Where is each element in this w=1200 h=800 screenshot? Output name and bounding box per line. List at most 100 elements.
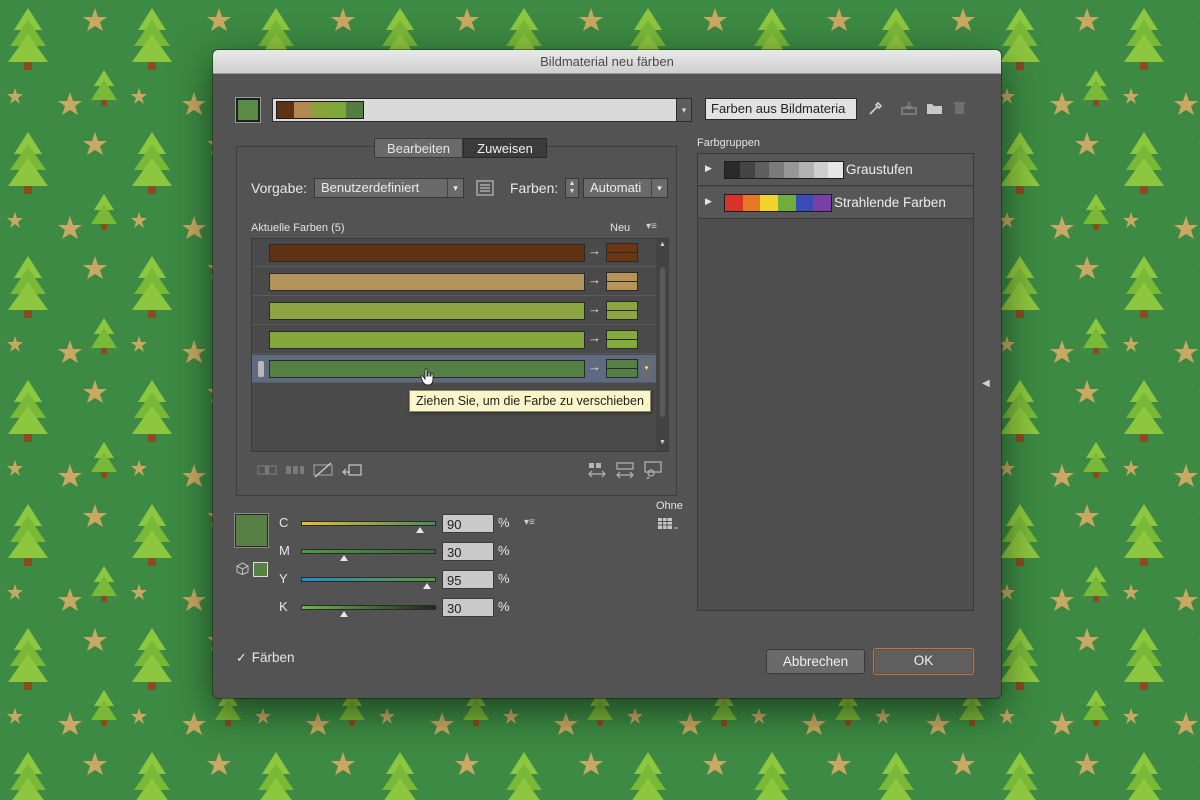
list-scrollbar[interactable]: ▲ ▼: [656, 239, 669, 451]
color-reduction-options-icon[interactable]: [476, 180, 494, 199]
channel-slider[interactable]: [301, 549, 436, 561]
slider-thumb[interactable]: [422, 583, 431, 589]
random-saturation-icon[interactable]: [615, 462, 635, 483]
new-color-swatch[interactable]: [606, 301, 638, 320]
recolor-artwork-dialog: Bildmaterial neu färben ▾ Farben aus Bil…: [213, 50, 1001, 698]
percent-unit: %: [498, 599, 510, 614]
tab-zuweisen[interactable]: Zuweisen: [463, 138, 547, 158]
colors-count-select[interactable]: Automati ▾: [583, 178, 668, 198]
harmony-color-chip: [294, 102, 312, 118]
color-row[interactable]: → ▾: [252, 355, 656, 383]
colors-label: Farben:: [510, 180, 559, 196]
merge-colors-icon[interactable]: [257, 463, 277, 480]
slider-thumb[interactable]: [340, 611, 349, 617]
scroll-down-icon[interactable]: ▼: [656, 439, 669, 446]
harmony-color-chip: [311, 102, 329, 118]
arrow-right-icon[interactable]: →: [588, 330, 601, 345]
collapse-panel-icon[interactable]: ◀: [982, 378, 990, 389]
channel-value-input[interactable]: 30: [442, 598, 494, 617]
current-colors-list: → → → → → ▾ ▲ ▼: [251, 238, 669, 452]
new-color-swatch[interactable]: [606, 272, 638, 291]
random-order-icon[interactable]: [587, 462, 607, 483]
new-color-swatch[interactable]: [606, 330, 638, 349]
colors-stepper[interactable]: ▲ ▼: [565, 178, 579, 198]
color-mode-grid-icon[interactable]: [657, 517, 679, 534]
slider-thumb[interactable]: [416, 527, 425, 533]
cancel-button[interactable]: Abbrechen: [766, 649, 865, 674]
arrow-right-icon[interactable]: →: [588, 359, 601, 374]
color-group-item[interactable]: ▶ Graustufen: [698, 154, 973, 186]
channel-value-input[interactable]: 95: [442, 570, 494, 589]
preset-select-value: Benutzerdefiniert: [321, 180, 420, 195]
color-group-strip[interactable]: [724, 161, 844, 179]
color-group-chip: [742, 195, 761, 211]
channel-value-input[interactable]: 30: [442, 542, 494, 561]
arrow-right-icon[interactable]: →: [588, 243, 601, 258]
scrollbar-thumb[interactable]: [660, 267, 665, 417]
colors-from-artwork-button[interactable]: Farben aus Bildmateria: [705, 98, 857, 120]
color-group-chip: [760, 195, 778, 211]
color-group-chip: [828, 162, 843, 178]
exclude-colors-icon[interactable]: [313, 462, 333, 481]
current-color-bar[interactable]: [269, 273, 585, 291]
current-color-bar[interactable]: [269, 331, 585, 349]
current-color-bar[interactable]: [269, 244, 585, 262]
color-row[interactable]: →: [252, 326, 656, 354]
chevron-down-icon[interactable]: ▾: [641, 359, 652, 378]
expand-triangle-icon[interactable]: ▶: [705, 196, 712, 207]
new-folder-icon[interactable]: [926, 101, 943, 118]
new-row-icon[interactable]: [342, 462, 362, 481]
expand-triangle-icon[interactable]: ▶: [705, 163, 712, 174]
preset-select[interactable]: Benutzerdefiniert ▾: [314, 178, 464, 198]
arrow-right-icon[interactable]: →: [588, 301, 601, 316]
harmony-colors-field[interactable]: [272, 98, 690, 122]
ok-button[interactable]: OK: [873, 648, 974, 675]
channel-slider[interactable]: [301, 521, 436, 533]
separate-colors-icon[interactable]: [285, 463, 305, 480]
channel-label: Y: [279, 571, 288, 586]
new-color-swatch[interactable]: [606, 243, 638, 262]
harmony-dropdown-arrow[interactable]: ▾: [676, 98, 692, 122]
color-group-chip: [739, 162, 755, 178]
list-menu-icon[interactable]: ▾≡: [646, 221, 657, 232]
save-group-icon[interactable]: [901, 101, 917, 118]
channel-value-input[interactable]: 90: [442, 514, 494, 533]
chevron-down-icon: ▾: [651, 179, 667, 197]
drag-tooltip: Ziehen Sie, um die Farbe zu verschieben: [409, 390, 651, 412]
eyedropper-icon[interactable]: [868, 100, 884, 119]
harmony-color-strip: [276, 101, 364, 119]
cmyk-menu-icon[interactable]: ▾≡: [524, 517, 535, 528]
percent-unit: %: [498, 571, 510, 586]
channel-slider[interactable]: [301, 577, 436, 589]
color-group-item[interactable]: ▶ Strahlende Farben: [698, 187, 973, 219]
harmony-color-chip: [345, 102, 364, 118]
recolor-checkbox[interactable]: ✓ Färben: [236, 650, 295, 666]
color-group-name: Strahlende Farben: [834, 195, 946, 210]
color-group-name: Graustufen: [846, 162, 913, 177]
arrow-right-icon[interactable]: →: [588, 272, 601, 287]
drag-handle-icon[interactable]: [258, 361, 264, 377]
selected-color-swatch[interactable]: [235, 514, 268, 547]
color-row[interactable]: →: [252, 297, 656, 325]
scroll-up-icon[interactable]: ▲: [656, 241, 669, 248]
hand-cursor-icon: [420, 368, 436, 386]
channel-label: K: [279, 599, 288, 614]
channel-slider[interactable]: [301, 605, 436, 617]
color-row[interactable]: →: [252, 239, 656, 267]
preset-label: Vorgabe:: [251, 180, 308, 196]
find-colors-icon[interactable]: [643, 461, 663, 482]
harmony-color-chip: [328, 102, 346, 118]
slider-thumb[interactable]: [340, 555, 349, 561]
color-groups-label: Farbgruppen: [697, 137, 760, 149]
new-color-swatch[interactable]: [606, 359, 638, 378]
color-group-strip[interactable]: [724, 194, 832, 212]
web-safe-swatch[interactable]: [253, 562, 268, 577]
color-group-chip: [725, 162, 740, 178]
active-color-swatch[interactable]: [236, 98, 260, 122]
color-row[interactable]: →: [252, 268, 656, 296]
current-color-bar[interactable]: [269, 302, 585, 320]
tab-bearbeiten[interactable]: Bearbeiten: [374, 138, 463, 158]
trash-icon[interactable]: [953, 100, 966, 118]
color-group-chip: [784, 162, 799, 178]
percent-unit: %: [498, 543, 510, 558]
